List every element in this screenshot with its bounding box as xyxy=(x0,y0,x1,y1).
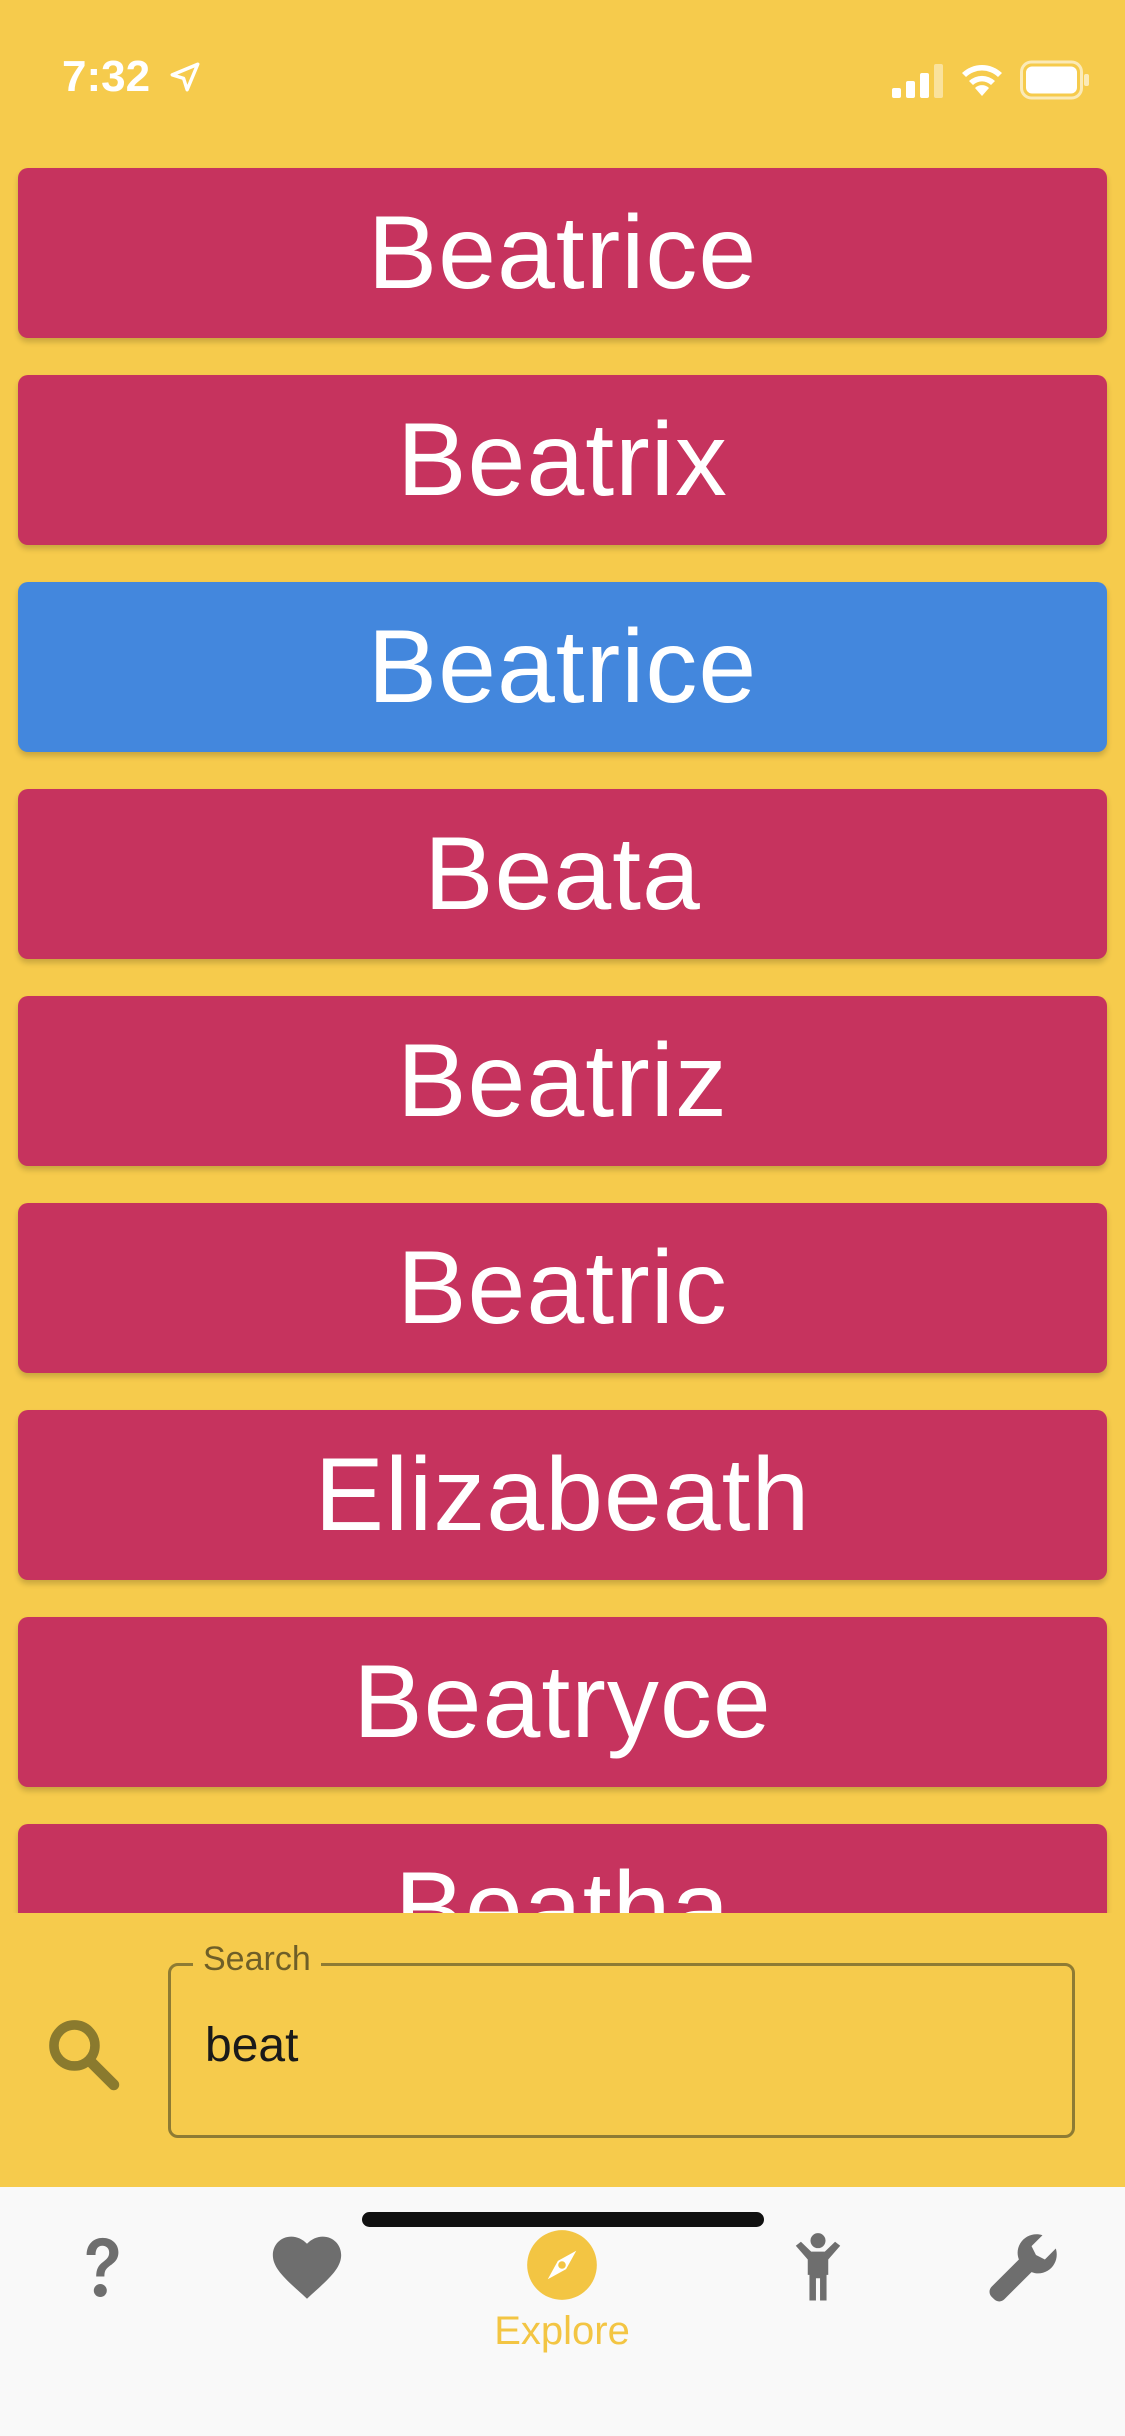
name-card[interactable]: Beatrice xyxy=(18,168,1107,338)
battery-icon xyxy=(1020,60,1089,100)
name-list[interactable]: Beatrice Beatrix Beatrice Beata Beatriz … xyxy=(0,160,1125,1913)
wrench-icon xyxy=(989,2234,1057,2302)
name-card[interactable]: Beatrix xyxy=(18,375,1107,545)
question-icon xyxy=(86,2237,119,2298)
name-card[interactable]: Beatryce xyxy=(18,1617,1107,1787)
name-card-selected[interactable]: Beatrice xyxy=(18,582,1107,752)
name-card[interactable]: Beata xyxy=(18,789,1107,959)
signal-icon xyxy=(892,64,943,98)
name-card[interactable]: Beatric xyxy=(18,1203,1107,1373)
name-card[interactable]: Elizabeath xyxy=(18,1410,1107,1580)
search-input[interactable]: Search beat xyxy=(168,1940,1075,2138)
search-value[interactable]: beat xyxy=(205,2018,298,2073)
search-bar: Search beat xyxy=(0,1913,1125,2187)
nav-label-explore: Explore xyxy=(494,2309,630,2353)
nav-item-help[interactable] xyxy=(22,2227,182,2367)
nav-item-favorites[interactable] xyxy=(227,2227,387,2367)
name-card[interactable]: Beatriz xyxy=(18,996,1107,1166)
status-time: 7:32 xyxy=(62,52,151,101)
child-icon xyxy=(795,2233,841,2301)
search-icon[interactable] xyxy=(42,2013,124,2095)
nav-item-settings[interactable] xyxy=(943,2227,1103,2367)
home-indicator xyxy=(362,2212,764,2227)
search-label: Search xyxy=(193,1940,321,1979)
status-bar: 7:32 xyxy=(0,0,1125,160)
location-arrow-icon xyxy=(170,62,200,92)
nav-item-child[interactable] xyxy=(738,2227,898,2367)
nav-item-explore[interactable]: Explore xyxy=(482,2227,642,2367)
heart-icon xyxy=(272,2236,342,2299)
name-card[interactable]: Beatha xyxy=(18,1824,1107,1913)
compass-icon xyxy=(527,2230,597,2300)
wifi-icon xyxy=(962,65,1002,96)
